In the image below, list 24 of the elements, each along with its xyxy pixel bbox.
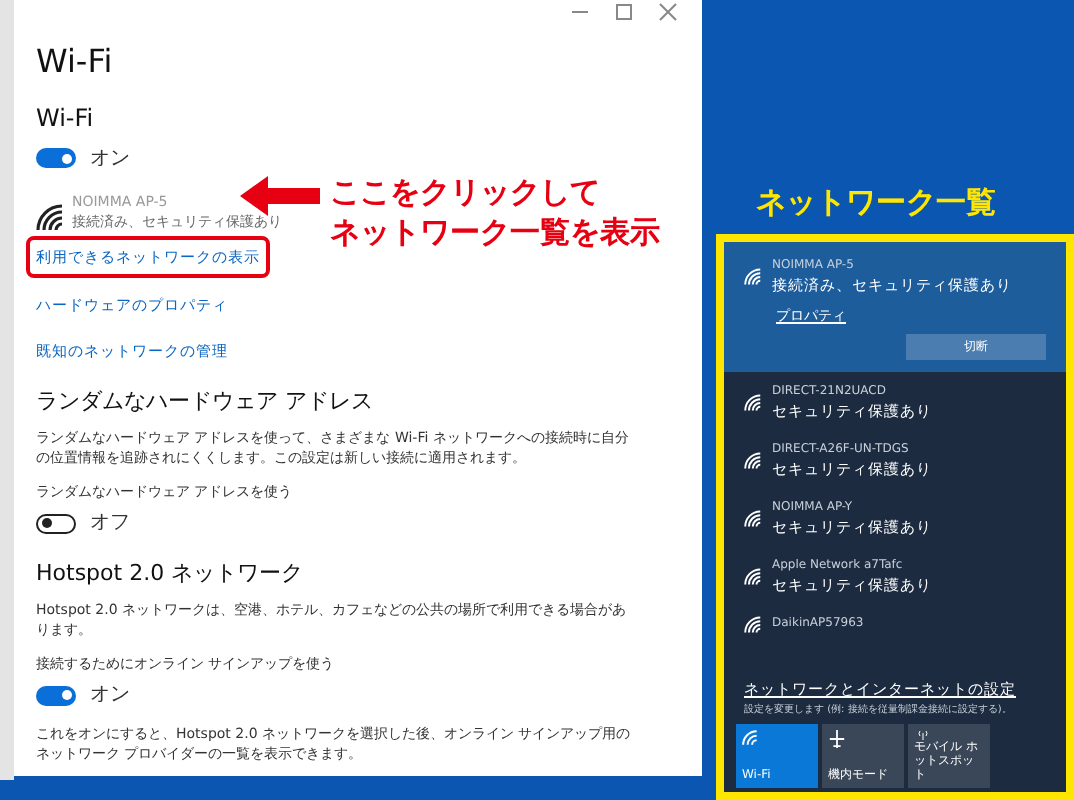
antenna-icon — [914, 730, 932, 740]
wifi-signal-icon — [744, 615, 764, 633]
toggle-switch[interactable] — [36, 148, 76, 168]
callout-text: ネットワーク一覧を表示 — [330, 212, 660, 252]
toggle-label: オン — [90, 145, 130, 173]
callout-text: ここをクリックして — [330, 172, 602, 212]
section-heading: Wi-Fi — [36, 102, 96, 134]
section-heading: Hotspot 2.0 ネットワーク — [36, 559, 306, 588]
wifi-icon — [742, 730, 760, 746]
maximize-icon[interactable] — [614, 2, 634, 22]
toggle-label: オン — [90, 682, 130, 711]
wifi-signal-icon — [744, 393, 764, 411]
toggle-switch[interactable] — [36, 685, 76, 706]
close-icon[interactable] — [658, 2, 678, 22]
wifi-signal-icon — [744, 509, 764, 527]
toggle-label: オフ — [90, 510, 130, 539]
wifi-signal-icon — [36, 204, 68, 232]
section-heading: ランダムなハードウェア アドレス — [36, 387, 375, 416]
panel-label: ネットワーク一覧 — [756, 182, 996, 224]
wifi-signal-icon — [744, 451, 764, 469]
page-title: Wi-Fi — [36, 42, 115, 82]
wifi-signal-icon — [744, 267, 764, 285]
wifi-signal-icon — [744, 567, 764, 585]
toggle-switch[interactable] — [36, 513, 76, 534]
